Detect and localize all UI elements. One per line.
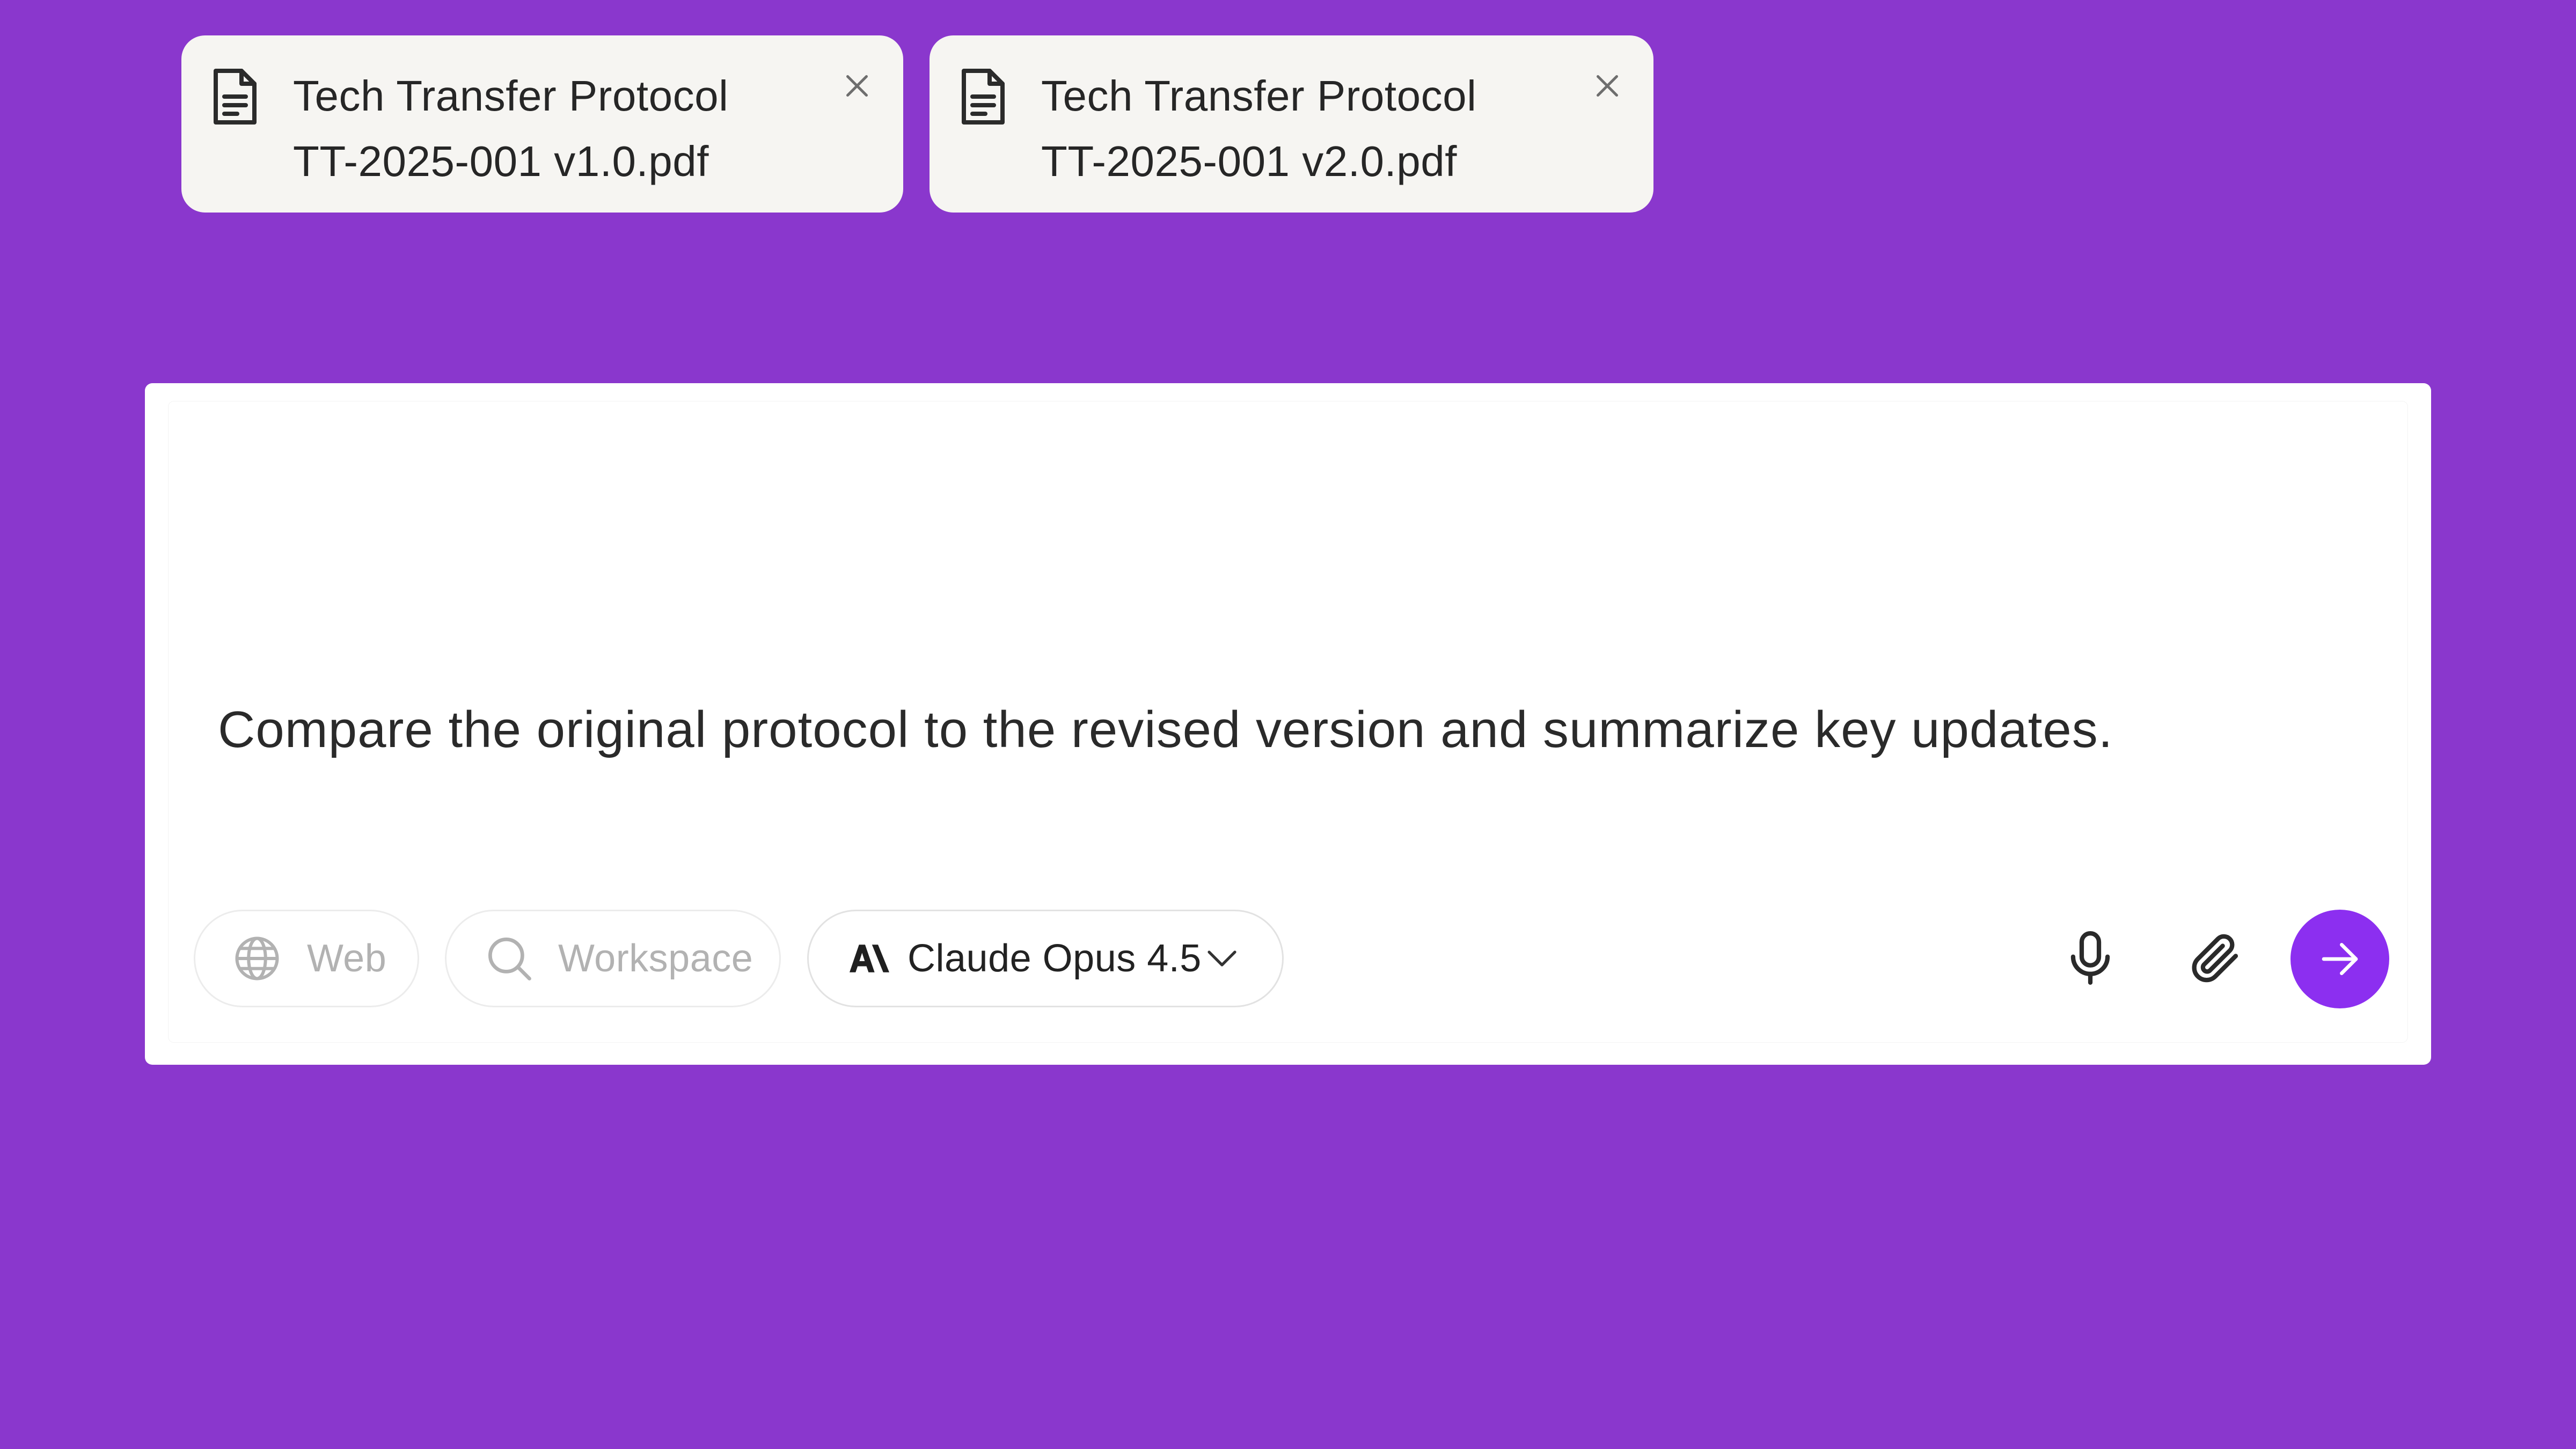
- search-icon: [488, 938, 531, 980]
- model-label: Claude Opus 4.5: [908, 937, 1202, 980]
- attachment-file: TT-2025-001 v1.0.pdf: [293, 137, 709, 185]
- attachment-filename: Tech Transfer Protocol TT-2025-001 v1.0.…: [293, 63, 808, 194]
- workspace-search-toggle[interactable]: Workspace: [445, 910, 781, 1007]
- attachment-title: Tech Transfer Protocol: [293, 72, 729, 120]
- globe-icon: [235, 936, 279, 980]
- close-icon[interactable]: [1591, 70, 1623, 102]
- close-icon[interactable]: [841, 70, 873, 102]
- attachment-filename: Tech Transfer Protocol TT-2025-001 v2.0.…: [1041, 63, 1556, 194]
- attachment-file: TT-2025-001 v2.0.pdf: [1041, 137, 1457, 185]
- attachment-title: Tech Transfer Protocol: [1041, 72, 1477, 120]
- attachment-chip[interactable]: Tech Transfer Protocol TT-2025-001 v1.0.…: [181, 35, 903, 213]
- arrow-right-icon: [2322, 943, 2358, 975]
- document-icon: [214, 69, 257, 125]
- model-selector[interactable]: Claude Opus 4.5: [807, 910, 1284, 1007]
- microphone-icon[interactable]: [2061, 928, 2120, 987]
- attachment-chip[interactable]: Tech Transfer Protocol TT-2025-001 v2.0.…: [930, 35, 1653, 213]
- workspace-label: Workspace: [558, 937, 753, 980]
- paperclip-icon[interactable]: [2185, 928, 2244, 987]
- prompt-input[interactable]: Compare the original protocol to the rev…: [218, 692, 2113, 767]
- web-label: Web: [307, 937, 387, 980]
- web-search-toggle[interactable]: Web: [194, 910, 419, 1007]
- document-icon: [962, 69, 1005, 125]
- anthropic-logo-icon: [850, 945, 889, 972]
- send-button[interactable]: [2290, 910, 2389, 1008]
- chevron-down-icon: [1208, 950, 1236, 967]
